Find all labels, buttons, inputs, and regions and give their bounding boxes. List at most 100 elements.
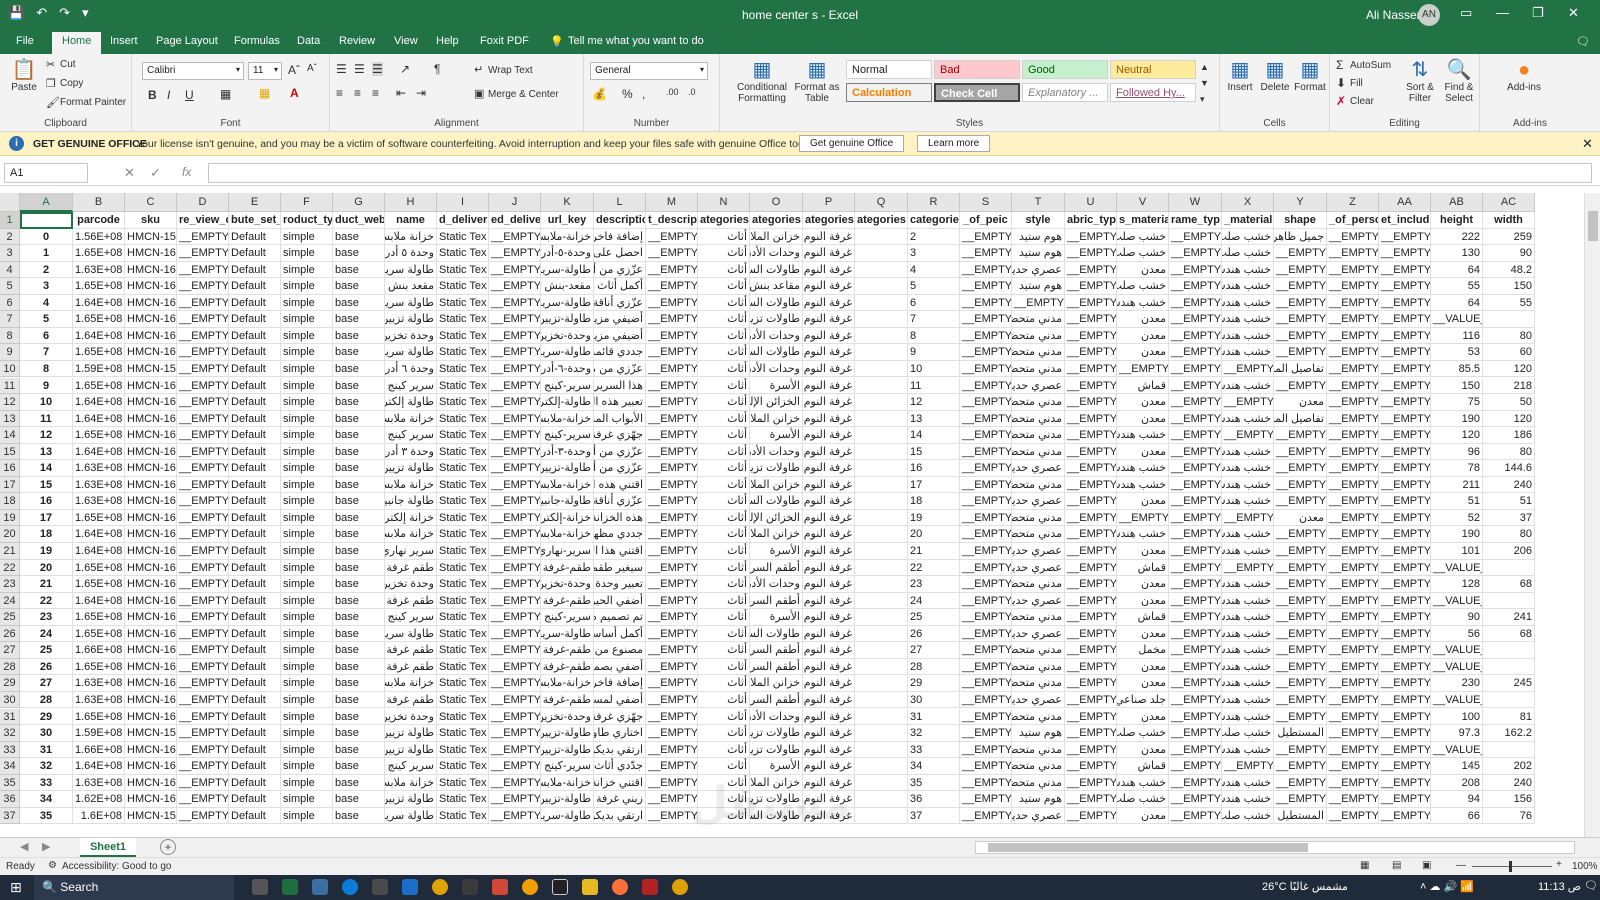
table-cell[interactable]: خزانة-ملابس — [541, 526, 594, 543]
column-header-e[interactable]: E — [229, 193, 281, 212]
table-cell[interactable]: __EMPTY — [1379, 526, 1431, 543]
decrease-decimal-icon[interactable]: .0 — [688, 87, 696, 97]
table-cell[interactable]: __EMPTY — [489, 327, 541, 345]
table-cell[interactable]: __EMPTY — [1169, 758, 1222, 775]
table-cell[interactable]: base — [333, 294, 385, 312]
table-cell[interactable]: طاولات تزيين — [750, 460, 803, 477]
table-cell[interactable]: 96 — [1431, 443, 1483, 461]
firefox-taskbar-icon[interactable] — [612, 879, 628, 895]
table-cell[interactable]: طاولة-تزيين — [541, 460, 594, 477]
table-cell[interactable]: 52 — [1431, 509, 1483, 527]
row-header[interactable]: 24 — [0, 592, 20, 610]
table-cell[interactable]: المستطيل — [1274, 725, 1327, 742]
table-cell[interactable]: 120 — [1431, 427, 1483, 444]
merge-center-button[interactable]: Merge & Center — [488, 89, 559, 100]
table-cell[interactable]: غرفة النوم — [803, 476, 855, 494]
table-cell[interactable]: مدني متحضر — [1012, 658, 1065, 676]
table-cell[interactable]: Default — [229, 625, 281, 643]
insert-cells-button[interactable]: ▦ Insert — [1224, 58, 1256, 93]
header-cell[interactable]: ategories — [698, 212, 750, 229]
table-cell[interactable]: طاولات تزيين — [750, 311, 803, 328]
table-cell[interactable]: simple — [281, 708, 333, 726]
table-cell[interactable]: __EMPTY — [489, 278, 541, 295]
table-cell[interactable]: Default — [229, 278, 281, 295]
table-cell[interactable]: __EMPTY — [1169, 261, 1222, 279]
table-cell[interactable]: __EMPTY — [1379, 278, 1431, 295]
table-cell[interactable]: __EMPTY — [1327, 609, 1379, 626]
excel-taskbar-icon[interactable] — [282, 879, 298, 895]
table-cell[interactable]: 66 — [1431, 807, 1483, 825]
table-cell[interactable]: HMCN-164 — [125, 311, 177, 328]
table-cell[interactable]: 64 — [1431, 294, 1483, 312]
row-header[interactable]: 5 — [0, 278, 20, 295]
table-cell[interactable]: __EMPTY — [489, 509, 541, 527]
table-cell[interactable] — [855, 476, 908, 494]
table-cell[interactable]: خزانن الملابس — [750, 675, 803, 692]
table-cell[interactable]: وحدات الأدراج — [750, 360, 803, 378]
table-cell[interactable]: وحدة-تخزين — [541, 708, 594, 726]
table-cell[interactable]: طقم غرفة نوم — [385, 658, 437, 676]
minimize-icon[interactable]: — — [1496, 5, 1509, 20]
close-icon[interactable]: ✕ — [1568, 5, 1579, 21]
table-cell[interactable]: غرفة النوم — [803, 261, 855, 279]
table-cell[interactable]: طاولة تزيين — [385, 311, 437, 328]
header-cell[interactable]: _of_peic — [960, 212, 1012, 229]
table-cell[interactable]: أثاث — [698, 261, 750, 279]
table-cell[interactable]: 36 — [908, 791, 960, 808]
table-cell[interactable]: __VALUE__ — [1431, 741, 1483, 759]
table-cell[interactable]: __EMPTY — [1274, 774, 1327, 792]
table-cell[interactable]: ارتقي بديكور — [594, 741, 646, 759]
table-cell[interactable]: __EMPTY — [1169, 509, 1222, 527]
table-cell[interactable]: __EMPTY — [177, 725, 229, 742]
table-cell[interactable]: __EMPTY — [960, 509, 1012, 527]
header-cell[interactable] — [20, 212, 73, 229]
header-cell[interactable]: ed_delive — [489, 212, 541, 229]
table-cell[interactable]: __EMPTY — [1274, 344, 1327, 361]
table-cell[interactable]: __EMPTY — [1379, 774, 1431, 792]
table-cell[interactable]: 241 — [1483, 609, 1535, 626]
table-cell[interactable]: __EMPTY — [646, 443, 698, 461]
table-cell[interactable]: خزانة ملابس — [385, 774, 437, 792]
table-cell[interactable]: خزانة-ملابس — [541, 675, 594, 692]
table-cell[interactable]: معدن — [1117, 543, 1169, 560]
table-cell[interactable]: أطقم السرير — [750, 691, 803, 709]
table-cell[interactable]: HMCN-165 — [125, 741, 177, 759]
table-cell[interactable] — [855, 642, 908, 659]
table-cell[interactable]: __EMPTY — [1327, 625, 1379, 643]
table-cell[interactable]: أثاث — [698, 394, 750, 411]
table-cell[interactable]: HMCN-163 — [125, 526, 177, 543]
table-cell[interactable]: simple — [281, 294, 333, 312]
row-header[interactable]: 22 — [0, 559, 20, 577]
table-cell[interactable]: __EMPTY — [489, 642, 541, 659]
table-cell[interactable]: 9 — [908, 344, 960, 361]
table-cell[interactable]: أثاث — [698, 691, 750, 709]
table-cell[interactable]: مدني متحضر — [1012, 758, 1065, 775]
table-cell[interactable]: أثاث — [698, 576, 750, 593]
table-cell[interactable]: simple — [281, 807, 333, 825]
column-header-y[interactable]: Y — [1274, 193, 1327, 212]
table-cell[interactable]: __EMPTY — [1065, 427, 1117, 444]
table-cell[interactable]: __EMPTY — [1222, 360, 1274, 378]
table-cell[interactable]: base — [333, 543, 385, 560]
table-cell[interactable]: خشب صلب — [1222, 725, 1274, 742]
table-cell[interactable]: أضفي لمسة — [594, 691, 646, 709]
table-cell[interactable]: معدن — [1117, 658, 1169, 676]
table-cell[interactable]: __EMPTY — [1327, 360, 1379, 378]
table-cell[interactable]: طاولات السرير — [750, 294, 803, 312]
table-cell[interactable]: طقم-غرفة — [541, 691, 594, 709]
table-cell[interactable]: أثاث — [698, 658, 750, 676]
table-cell[interactable]: __EMPTY — [489, 609, 541, 626]
table-cell[interactable]: __EMPTY — [1065, 609, 1117, 626]
table-cell[interactable]: __EMPTY — [1065, 526, 1117, 543]
table-cell[interactable]: 211 — [1431, 476, 1483, 494]
table-cell[interactable]: __EMPTY — [1065, 758, 1117, 775]
table-cell[interactable]: عزّزي من أنا — [594, 261, 646, 279]
table-cell[interactable] — [855, 807, 908, 825]
table-cell[interactable]: سرير-كينج — [541, 758, 594, 775]
table-cell[interactable]: عزّزي من أنا — [594, 443, 646, 461]
table-cell[interactable]: طقم غرفة نوم — [385, 642, 437, 659]
table-cell[interactable]: Static Tex — [437, 493, 489, 510]
table-cell[interactable]: Default — [229, 725, 281, 742]
table-cell[interactable]: __EMPTY — [1274, 278, 1327, 295]
table-cell[interactable]: 1.65E+08 — [73, 311, 125, 328]
